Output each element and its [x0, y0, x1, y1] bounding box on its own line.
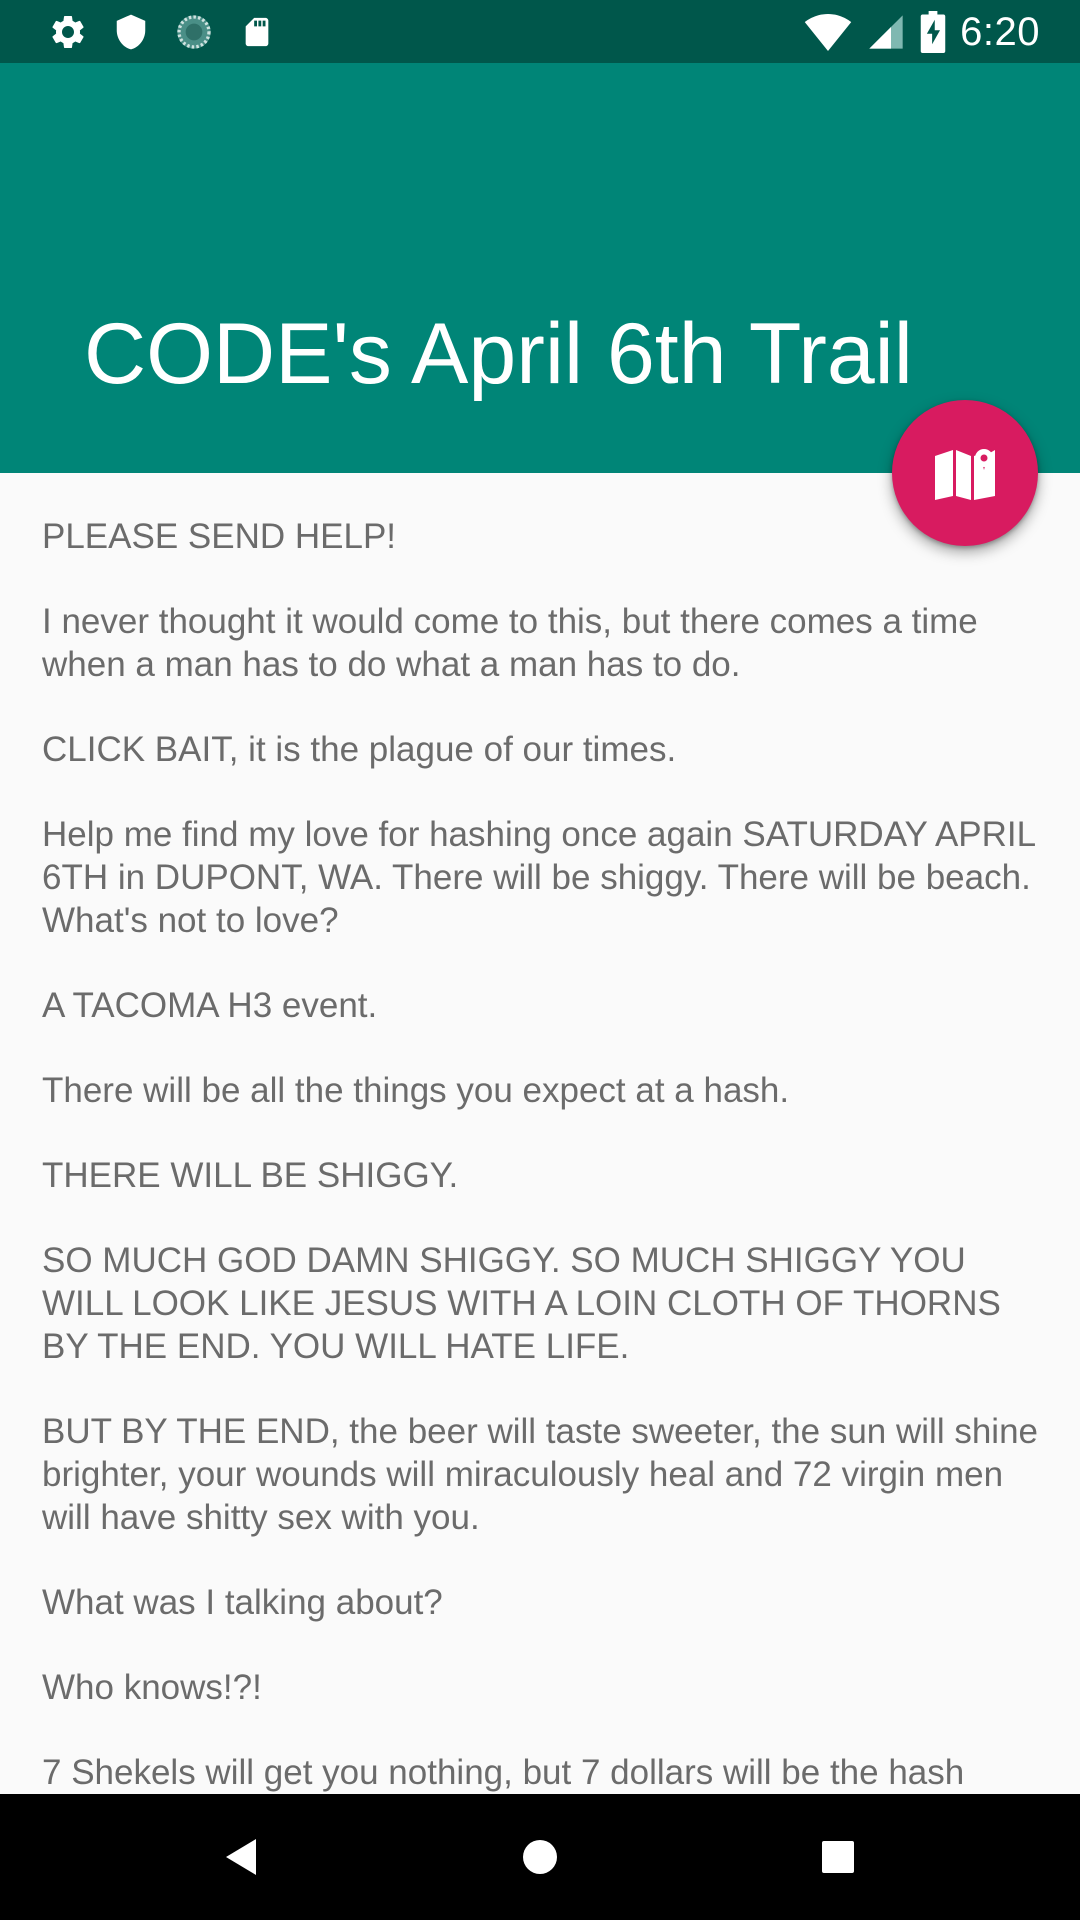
home-icon [523, 1840, 557, 1874]
back-button[interactable] [206, 1822, 276, 1892]
wifi-icon [804, 10, 852, 54]
paragraph: THERE WILL BE SHIGGY. [42, 1156, 459, 1195]
status-notification-icons [46, 10, 298, 54]
battery-charging-icon [920, 10, 946, 54]
page-title: CODE's April 6th Trail [84, 306, 913, 402]
recents-icon [822, 1841, 854, 1873]
navigation-bar [0, 1794, 1080, 1920]
shield-icon [109, 10, 153, 54]
paragraph: Help me find my love for hashing once ag… [42, 815, 1035, 940]
recents-button[interactable] [803, 1822, 873, 1892]
paragraph: What was I talking about? [42, 1583, 443, 1622]
home-button[interactable] [505, 1822, 575, 1892]
trail-description: PLEASE SEND HELP! I never thought it wou… [42, 515, 1042, 1795]
paragraph: PLEASE SEND HELP! [42, 517, 397, 556]
settings-icon [46, 10, 90, 54]
status-bar: 6:20 [0, 0, 1080, 63]
app-bar: CODE's April 6th Trail [0, 63, 1080, 473]
sync-icon [172, 10, 216, 54]
paragraph: SO MUCH GOD DAMN SHIGGY. SO MUCH SHIGGY … [42, 1241, 1001, 1366]
status-system-icons: 6:20 [804, 8, 1040, 56]
paragraph: There will be all the things you expect … [42, 1071, 790, 1110]
paragraph: 7 Shekels will get you nothing, but 7 do… [42, 1753, 965, 1792]
cell-signal-icon [866, 10, 906, 54]
paragraph: A TACOMA H3 event. [42, 986, 378, 1025]
screen: 6:20 CODE's April 6th Trail PLEASE SEND … [0, 0, 1080, 1920]
sd-card-icon [235, 10, 279, 54]
paragraph: Who knows!?! [42, 1668, 262, 1707]
paragraph: CLICK BAIT, it is the plague of our time… [42, 730, 677, 769]
paragraph: BUT BY THE END, the beer will taste swee… [42, 1412, 1038, 1537]
map-icon [935, 449, 995, 500]
paragraph: I never thought it would come to this, b… [42, 602, 978, 684]
back-icon [226, 1839, 256, 1875]
status-time: 6:20 [960, 9, 1040, 54]
